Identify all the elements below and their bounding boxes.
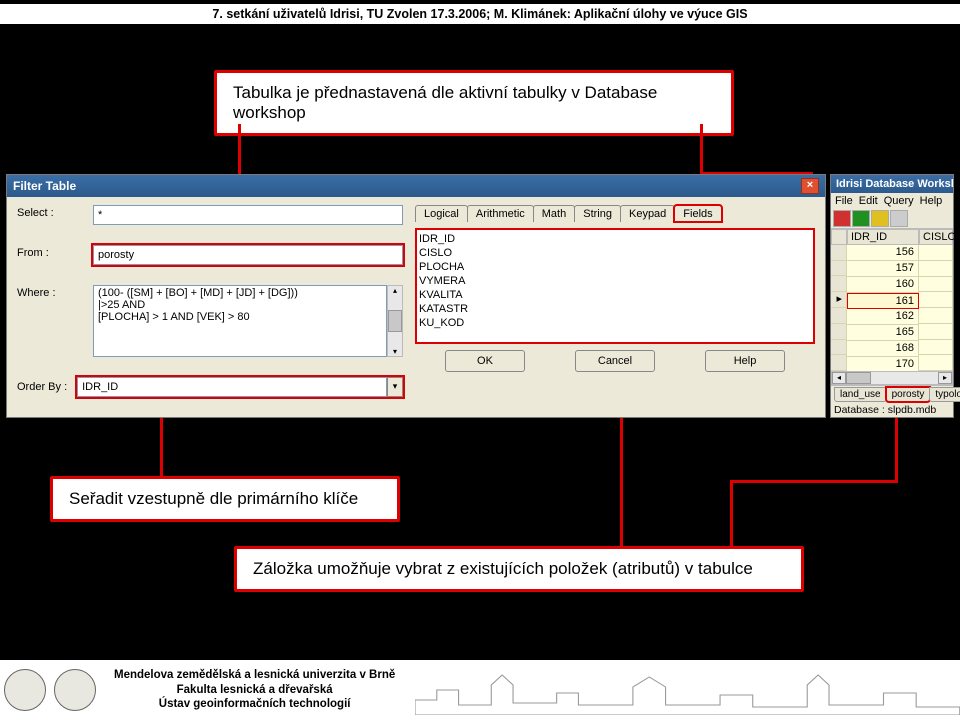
order-by-input[interactable]	[77, 377, 387, 397]
callout-bottom: Záložka umožňuje vybrat z existujících p…	[234, 546, 804, 592]
tab-keypad[interactable]: Keypad	[620, 205, 675, 222]
dialog-title: Filter Table	[13, 179, 76, 193]
workshop-menu: File Edit Query Help	[831, 193, 953, 209]
sheet-tab[interactable]: typologie	[929, 387, 960, 402]
menu-help[interactable]: Help	[920, 195, 943, 207]
sheet-tab-active[interactable]: porosty	[886, 387, 931, 402]
list-item[interactable]: IDR_ID	[419, 232, 811, 246]
grid-cell[interactable]: 160	[847, 277, 919, 293]
horizontal-scrollbar[interactable]: ◂ ▸	[831, 371, 953, 385]
list-item[interactable]: VYMERA	[419, 274, 811, 288]
help-button[interactable]: Help	[705, 350, 785, 372]
grid-cell[interactable]: 168	[847, 341, 919, 357]
cancel-button[interactable]: Cancel	[575, 350, 655, 372]
where-input[interactable]: (100- ([SM] + [BO] + [MD] + [JD] + [DG])…	[93, 285, 387, 357]
list-item[interactable]: KVALITA	[419, 288, 811, 302]
sheet-tab[interactable]: land_use	[834, 387, 887, 402]
workshop-grid[interactable]: ▸ IDR_ID 156 157 160 161 162 165 168 170…	[831, 229, 953, 371]
callout-top: Tabulka je přednastavená dle aktivní tab…	[214, 70, 734, 136]
tool-icon[interactable]	[833, 210, 851, 227]
workshop-footer: land_use porosty typologie Database : sl…	[831, 385, 953, 417]
logo-icon	[54, 669, 96, 711]
skyline-graphic	[415, 665, 960, 715]
list-item[interactable]: CISLO	[419, 246, 811, 260]
list-item[interactable]: KU_KOD	[419, 316, 811, 330]
tab-fields[interactable]: Fields	[674, 205, 721, 222]
label-where: Where :	[17, 285, 81, 299]
close-icon[interactable]: ×	[801, 178, 819, 194]
slide-footer: Mendelova zemědělská a lesnická univerzi…	[0, 660, 960, 720]
grid-cell[interactable]: 165	[847, 325, 919, 341]
footer-line3: Ústav geoinformačních technologií	[114, 697, 395, 712]
workshop-toolbar	[831, 209, 953, 229]
tab-row: Logical Arithmetic Math String Keypad Fi…	[415, 205, 815, 222]
label-from: From :	[17, 245, 81, 259]
grid-cell[interactable]: 162	[847, 309, 919, 325]
list-item[interactable]: KATASTR	[419, 302, 811, 316]
where-scrollbar[interactable]: ▴▾	[387, 285, 403, 357]
connector	[160, 418, 163, 484]
workshop-title: Idrisi Database Workshop	[831, 175, 953, 193]
connector	[700, 124, 703, 174]
dialog-titlebar: Filter Table ×	[7, 175, 825, 197]
dropdown-icon[interactable]: ▾	[387, 377, 403, 397]
slide-header: 7. setkání uživatelů Idrisi, TU Zvolen 1…	[0, 4, 960, 24]
tab-string[interactable]: String	[574, 205, 621, 222]
tool-icon[interactable]	[890, 210, 908, 227]
ok-button[interactable]: OK	[445, 350, 525, 372]
grid-cell-selected[interactable]: 161	[847, 293, 919, 309]
connector	[730, 480, 898, 483]
connector	[730, 480, 733, 548]
menu-file[interactable]: File	[835, 195, 853, 207]
menu-query[interactable]: Query	[884, 195, 914, 207]
footer-line1: Mendelova zemědělská a lesnická univerzi…	[114, 668, 395, 683]
label-order: Order By :	[17, 381, 67, 393]
tab-math[interactable]: Math	[533, 205, 575, 222]
app-windows: Filter Table × Select : Logical Arithmet…	[6, 174, 954, 418]
fields-listbox[interactable]: IDR_ID CISLO PLOCHA VYMERA KVALITA KATAS…	[415, 228, 815, 344]
tool-icon[interactable]	[852, 210, 870, 227]
from-input[interactable]	[93, 245, 403, 265]
menu-edit[interactable]: Edit	[859, 195, 878, 207]
database-value: slpdb.mdb	[888, 404, 936, 416]
tab-arithmetic[interactable]: Arithmetic	[467, 205, 534, 222]
database-label: Database :	[834, 404, 885, 416]
logo-icon	[4, 669, 46, 711]
filter-table-dialog: Filter Table × Select : Logical Arithmet…	[6, 174, 826, 418]
column-header[interactable]: CISLO	[919, 229, 953, 245]
select-input[interactable]	[93, 205, 403, 225]
tool-icon[interactable]	[871, 210, 889, 227]
label-select: Select :	[17, 205, 81, 219]
tab-logical[interactable]: Logical	[415, 205, 468, 222]
grid-cell[interactable]: 156	[847, 245, 919, 261]
grid-cell[interactable]: 157	[847, 261, 919, 277]
footer-line2: Fakulta lesnická a dřevařská	[114, 683, 395, 698]
connector	[620, 418, 623, 548]
column-header[interactable]: IDR_ID	[847, 229, 919, 245]
connector	[895, 418, 898, 482]
database-workshop-window: Idrisi Database Workshop File Edit Query…	[830, 174, 954, 418]
callout-left: Seřadit vzestupně dle primárního klíče	[50, 476, 400, 522]
list-item[interactable]: PLOCHA	[419, 260, 811, 274]
